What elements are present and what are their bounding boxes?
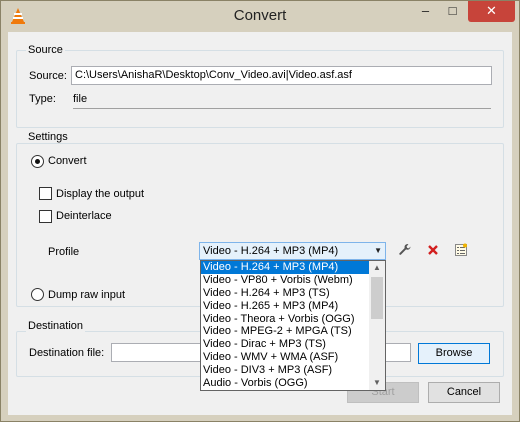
profile-option[interactable]: Video - MPEG-2 + MPGA (TS) bbox=[201, 325, 369, 338]
new-profile-button[interactable] bbox=[450, 240, 472, 261]
scroll-up-icon[interactable]: ▲ bbox=[369, 261, 385, 275]
cancel-button[interactable]: Cancel bbox=[428, 382, 500, 403]
convert-label[interactable]: Convert bbox=[48, 155, 87, 167]
dump-raw-radio[interactable] bbox=[31, 288, 44, 301]
convert-radio[interactable] bbox=[31, 155, 44, 168]
source-path-field[interactable]: C:\Users\AnishaR\Desktop\Conv_Video.avi|… bbox=[71, 66, 492, 85]
dropdown-scrollbar[interactable]: ▲ ▼ bbox=[369, 261, 385, 390]
type-label: Type: bbox=[29, 93, 56, 105]
source-divider bbox=[73, 108, 491, 109]
maximize-button[interactable]: □ bbox=[439, 1, 466, 22]
deinterlace-checkbox[interactable] bbox=[39, 210, 52, 223]
profile-option[interactable]: Video - Theora + Vorbis (OGG) bbox=[201, 313, 369, 326]
profile-options: Video - H.264 + MP3 (MP4) Video - VP80 +… bbox=[201, 261, 369, 390]
profile-option[interactable]: Video - Dirac + MP3 (TS) bbox=[201, 338, 369, 351]
profile-option[interactable]: Video - DIV3 + MP3 (ASF) bbox=[201, 364, 369, 377]
display-output-checkbox[interactable] bbox=[39, 187, 52, 200]
profile-select[interactable]: Video - H.264 + MP3 (MP4) ▼ bbox=[199, 242, 386, 260]
scroll-down-icon[interactable]: ▼ bbox=[369, 376, 385, 390]
deinterlace-label[interactable]: Deinterlace bbox=[56, 210, 112, 222]
scroll-thumb[interactable] bbox=[371, 277, 383, 319]
browse-button[interactable]: Browse bbox=[418, 343, 490, 364]
profile-select-value: Video - H.264 + MP3 (MP4) bbox=[203, 245, 339, 257]
dump-raw-label[interactable]: Dump raw input bbox=[48, 289, 125, 301]
red-x-icon bbox=[428, 245, 438, 255]
source-label: Source: bbox=[29, 70, 67, 82]
settings-group-label: Settings bbox=[26, 131, 70, 143]
type-value: file bbox=[73, 93, 88, 105]
display-output-label[interactable]: Display the output bbox=[56, 188, 144, 200]
profile-option[interactable]: Video - H.264 + MP3 (TS) bbox=[201, 287, 369, 300]
profile-option[interactable]: Video - VP80 + Vorbis (Webm) bbox=[201, 274, 369, 287]
title-bar[interactable]: Convert – □ ✕ bbox=[1, 1, 519, 32]
chevron-down-icon: ▼ bbox=[374, 246, 382, 255]
profile-option[interactable]: Video - H.264 + MP3 (MP4) bbox=[201, 261, 369, 274]
profile-option[interactable]: Video - H.265 + MP3 (MP4) bbox=[201, 300, 369, 313]
convert-dialog: Convert – □ ✕ Source Source: C:\Users\An… bbox=[0, 0, 520, 422]
source-group bbox=[16, 50, 504, 128]
new-profile-icon bbox=[455, 243, 467, 256]
profile-option[interactable]: Audio - Vorbis (OGG) bbox=[201, 377, 369, 390]
edit-profile-button[interactable] bbox=[394, 240, 416, 261]
destination-group-label: Destination bbox=[26, 320, 86, 332]
minimize-button[interactable]: – bbox=[412, 1, 439, 22]
profile-dropdown-list[interactable]: Video - H.264 + MP3 (MP4) Video - VP80 +… bbox=[200, 260, 386, 391]
destination-file-label: Destination file: bbox=[29, 347, 105, 359]
close-button[interactable]: ✕ bbox=[468, 1, 515, 22]
profile-option[interactable]: Video - WMV + WMA (ASF) bbox=[201, 351, 369, 364]
source-group-label: Source bbox=[26, 44, 65, 56]
wrench-icon bbox=[399, 244, 411, 255]
delete-profile-button[interactable] bbox=[422, 240, 444, 261]
profile-label: Profile bbox=[48, 246, 80, 258]
